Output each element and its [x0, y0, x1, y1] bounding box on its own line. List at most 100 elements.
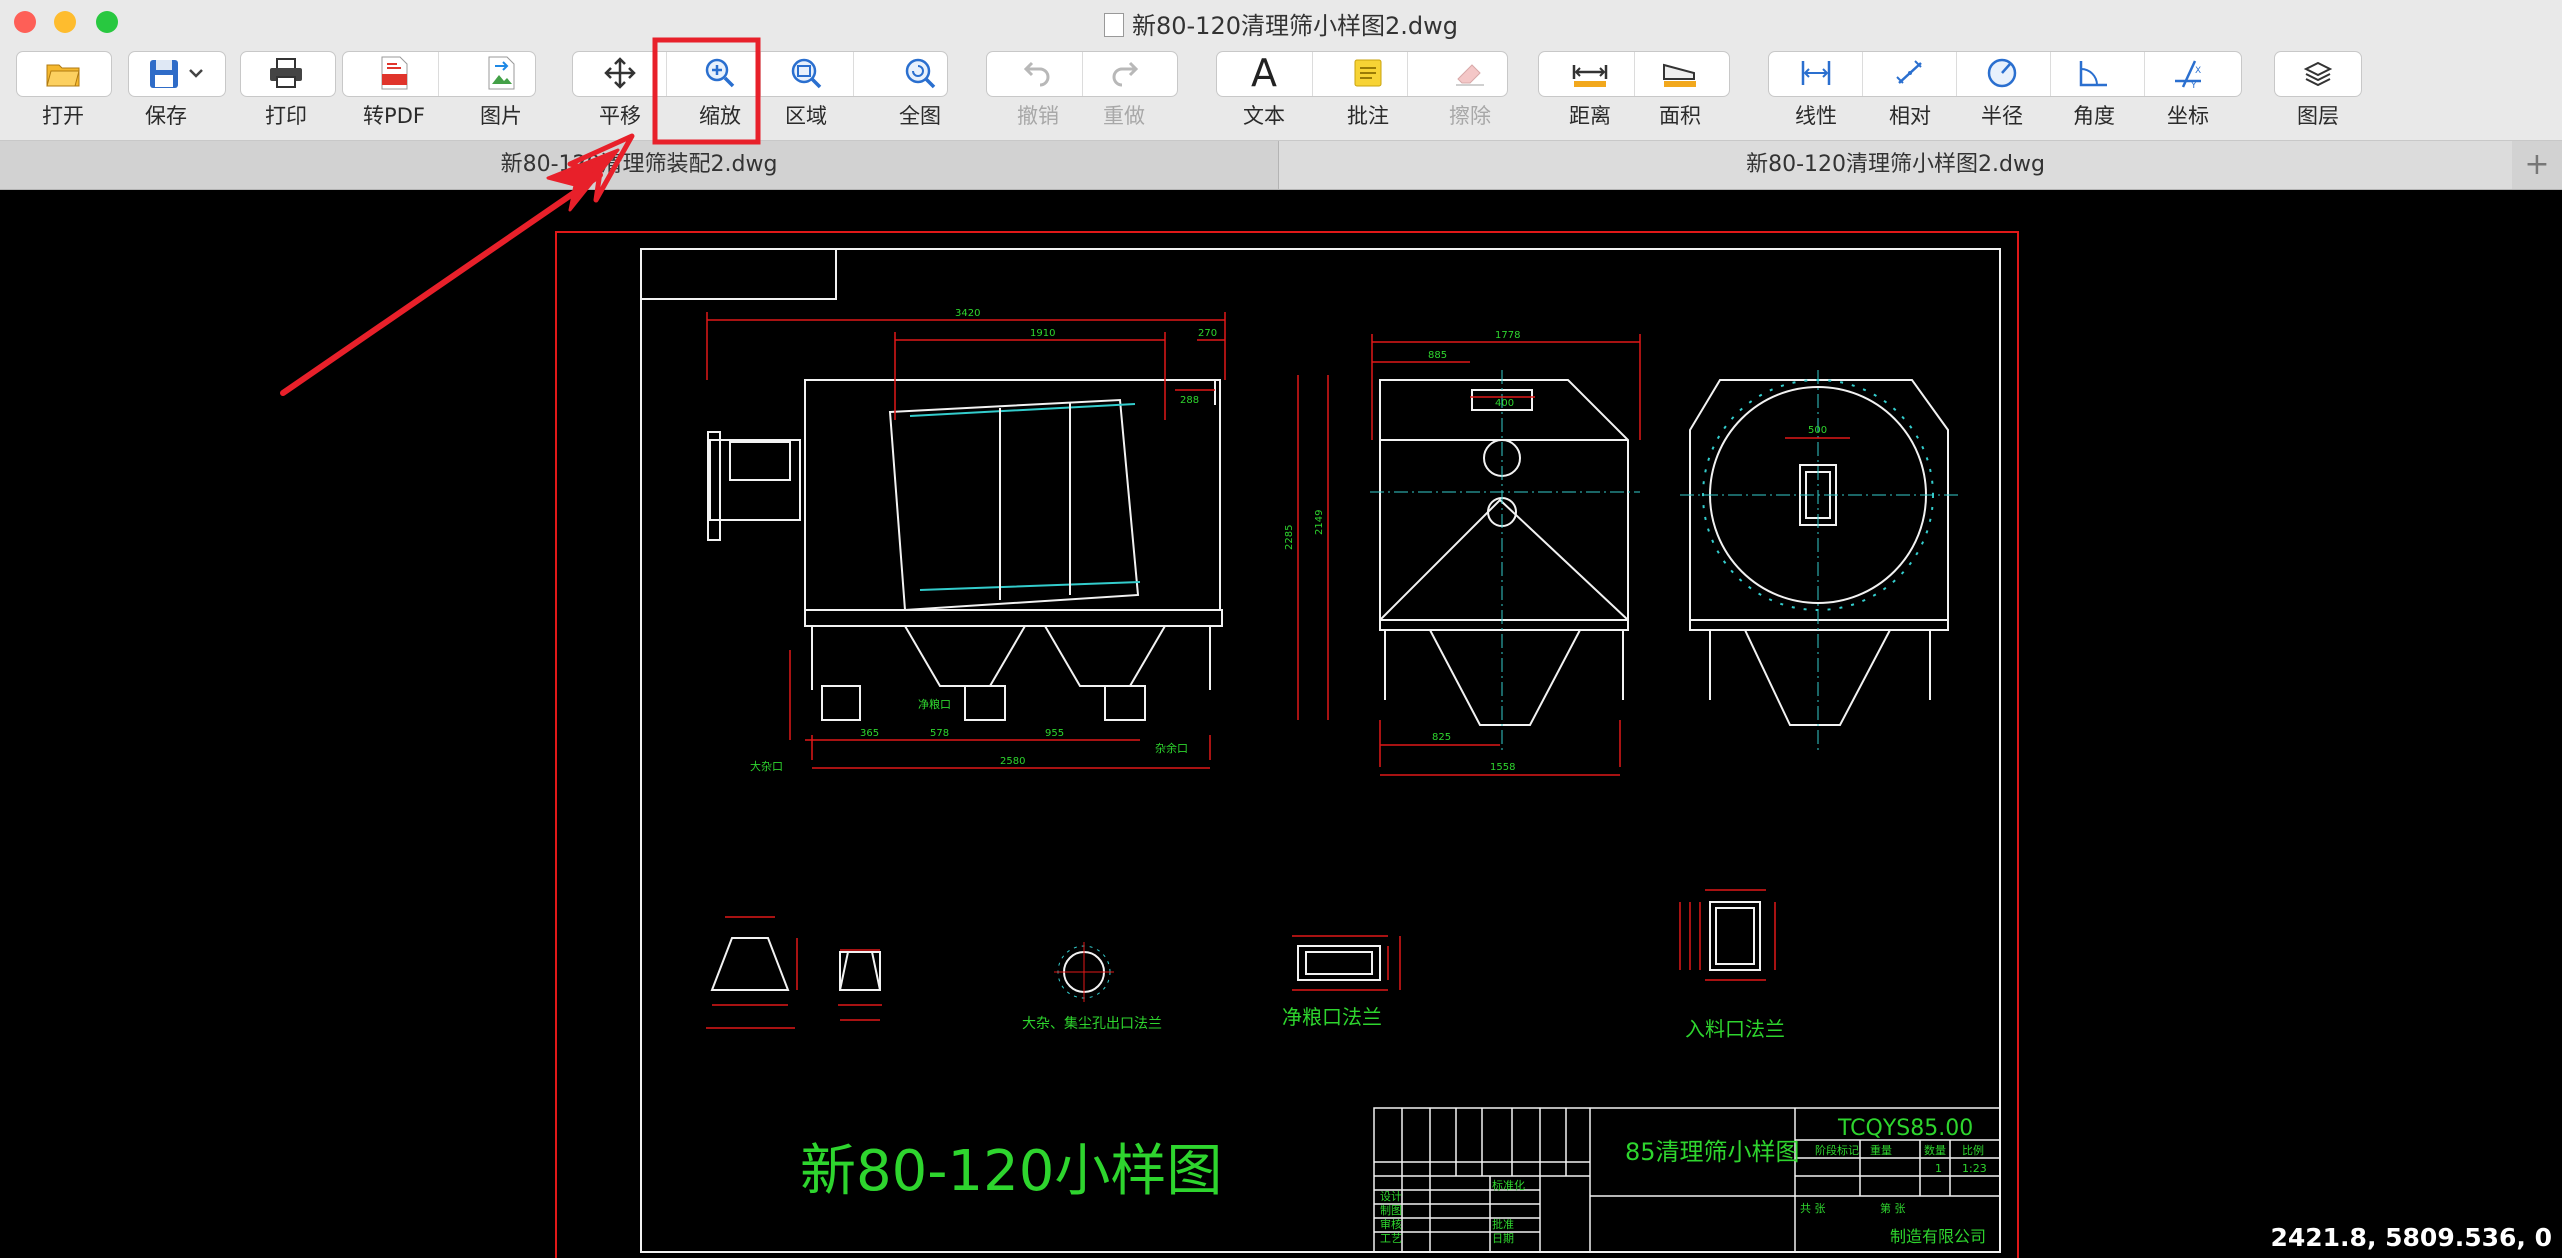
layers-stack-icon	[2303, 61, 2333, 87]
tb-check: 审核	[1380, 1217, 1402, 1231]
tab-assembly-drawing[interactable]: 新80-120清理筛装配2.dwg	[0, 141, 1279, 189]
open-folder-icon	[46, 64, 80, 87]
open-button[interactable]: 打开	[17, 44, 109, 128]
tb-standard: 标准化	[1492, 1178, 1525, 1192]
hopper-detail	[710, 937, 881, 991]
front-view	[707, 379, 1223, 721]
dim-text-2580: 2580	[1000, 756, 1025, 767]
sticky-note-icon	[1354, 59, 1382, 87]
tb-sheet-total: 共 张	[1800, 1202, 1826, 1215]
tab-sample-drawing[interactable]: 新80-120清理筛小样图2.dwg	[1279, 141, 2512, 189]
radius-circle-icon	[1987, 58, 2017, 88]
zoom-extents-button[interactable]: 全图	[874, 44, 966, 128]
redo-button[interactable]: 重做	[1078, 44, 1170, 128]
tb-process: 工艺	[1380, 1232, 1402, 1245]
dim-text-3420: 3420	[955, 308, 980, 319]
distance-ruler-icon	[1572, 65, 1608, 87]
to-pdf-button[interactable]: 转PDF	[348, 44, 440, 128]
printer-icon	[270, 58, 302, 88]
front-view-dimension-texts: 3420 1910 270 288 2580 365 578 955 净粮口 杂…	[750, 308, 1217, 773]
undo-button[interactable]: 撤销	[992, 44, 1084, 128]
dim-text-1910: 1910	[1030, 328, 1055, 339]
floppy-disk-icon	[150, 60, 203, 88]
aligned-dimension-icon	[1896, 60, 1922, 84]
toolbar: 打开 保存 打印 转PDF 图片 平移 缩放 区域 全图 撤销 重做 A 文本 …	[0, 44, 2562, 141]
clean-grain-flange-detail: 净粮口法兰	[1282, 935, 1401, 1029]
add-tab-icon[interactable]: +	[2512, 141, 2562, 189]
undo-arrow-icon	[1023, 61, 1050, 87]
drawing-number: TCQYS85.00	[1837, 1116, 1973, 1141]
window-zoom-button[interactable]: 区域	[760, 44, 852, 128]
tb-date: 日期	[1492, 1232, 1514, 1245]
dim-text-578: 578	[930, 728, 949, 739]
tb-scale: 比例	[1962, 1143, 1984, 1157]
drawing-big-title: 新80-120小样图	[800, 1139, 1222, 1204]
tb-qty: 数量	[1924, 1144, 1946, 1157]
angle-dimension-button[interactable]: 角度	[2048, 44, 2140, 128]
dim-text-2149: 2149	[1314, 510, 1325, 535]
title-block-text: 85清理筛小样图 TCQYS85.00 阶段标记 重量 数量 比例 1 1:23…	[1380, 1116, 1987, 1246]
save-button[interactable]: 保存	[130, 44, 222, 128]
svg-text:X: X	[2195, 66, 2201, 76]
side-view-centerlines	[1370, 370, 1640, 750]
dim-text-885: 885	[1428, 350, 1447, 361]
distance-button[interactable]: 距离	[1544, 44, 1636, 128]
tb-approve: 批准	[1492, 1217, 1514, 1231]
dim-text-1778: 1778	[1495, 330, 1520, 341]
dwg-file-icon	[1103, 13, 1124, 37]
large-impurity-label: 大杂口	[750, 759, 783, 773]
layers-button[interactable]: 图层	[2272, 44, 2364, 128]
aligned-dimension-button[interactable]: 相对	[1864, 44, 1956, 128]
tb-scale-val: 1:23	[1962, 1162, 1987, 1175]
letter-a-icon: A	[1251, 51, 1277, 95]
pan-button[interactable]: 平移	[574, 44, 666, 128]
area-button[interactable]: 面积	[1634, 44, 1726, 128]
area-measure-icon	[1663, 63, 1696, 87]
flange-b-caption: 净粮口法兰	[1282, 1005, 1382, 1029]
company-name: 制造有限公司	[1890, 1227, 1986, 1246]
note-button[interactable]: 批注	[1322, 44, 1414, 128]
svg-text:Y: Y	[2190, 81, 2197, 89]
hopper-detail-dimensions	[706, 916, 882, 1029]
move-arrows-icon	[604, 57, 636, 89]
coordinate-dimension-button[interactable]: XY 坐标	[2142, 44, 2234, 128]
tb-qty-val: 1	[1935, 1162, 1942, 1175]
document-tab-bar: 新80-120清理筛装配2.dwg 新80-120清理筛小样图2.dwg +	[0, 141, 2562, 190]
dim-text-365: 365	[860, 728, 879, 739]
title-bar: 新80-120清理筛小样图2.dwg	[0, 0, 2562, 44]
zoom-button[interactable]: 缩放	[674, 44, 766, 128]
text-button[interactable]: A 文本	[1218, 44, 1310, 128]
drawing-canvas[interactable]: 3420 1910 270 288 2580 365 578 955 净粮口 杂…	[0, 190, 2562, 1258]
erase-button[interactable]: 擦除	[1424, 44, 1516, 128]
round-flange-detail: 大杂、集尘孔出口法兰	[1022, 942, 1162, 1032]
flange-a-caption: 大杂、集尘孔出口法兰	[1022, 1015, 1162, 1032]
dim-text-955: 955	[1045, 728, 1064, 739]
linear-dimension-button[interactable]: 线性	[1770, 44, 1862, 128]
clean-outlet-label: 净粮口	[918, 697, 951, 711]
tb-sheet: 第 张	[1880, 1201, 1906, 1215]
linear-dimension-icon	[1801, 61, 1831, 85]
window-title: 新80-120清理筛小样图2.dwg	[0, 6, 2562, 41]
tb-stage: 阶段标记	[1815, 1143, 1859, 1157]
flange-c-caption: 入料口法兰	[1685, 1017, 1785, 1041]
zoom-window-icon	[791, 58, 822, 89]
image-file-icon	[488, 56, 515, 90]
redo-arrow-icon	[1112, 61, 1139, 87]
radius-dimension-button[interactable]: 半径	[1956, 44, 2048, 128]
eraser-icon	[1456, 64, 1484, 86]
zoom-extents-icon	[905, 58, 936, 89]
inner-frame	[640, 248, 2001, 1253]
outer-frame	[555, 231, 2019, 1258]
pdf-file-icon	[381, 56, 408, 90]
image-button[interactable]: 图片	[455, 44, 547, 128]
print-button[interactable]: 打印	[240, 44, 332, 128]
dim-text-270: 270	[1198, 328, 1217, 339]
dim-text-500: 500	[1808, 425, 1827, 436]
cad-drawing[interactable]: 3420 1910 270 288 2580 365 578 955 净粮口 杂…	[0, 190, 2562, 1258]
dim-text-400: 400	[1495, 398, 1514, 409]
cursor-coordinates: 2421.8, 5809.536, 0	[2270, 1223, 2552, 1252]
tb-weight: 重量	[1870, 1143, 1892, 1157]
side-view	[1379, 379, 1629, 726]
tb-design: 设计	[1380, 1190, 1402, 1203]
angle-icon	[2079, 61, 2107, 87]
